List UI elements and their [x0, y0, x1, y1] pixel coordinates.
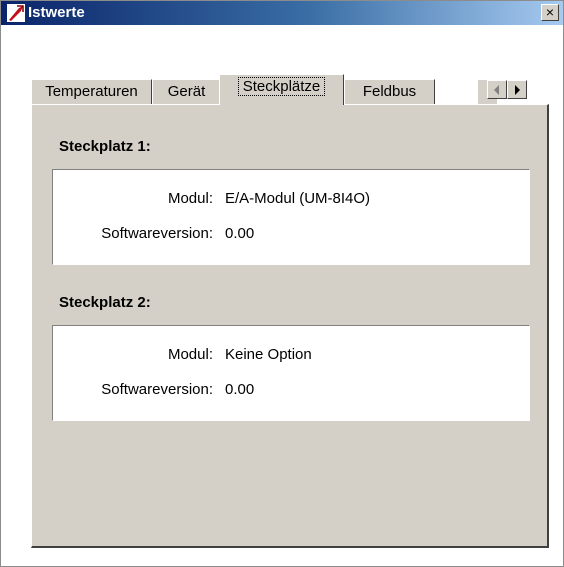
tab-label: Steckplätze [237, 77, 326, 96]
close-button[interactable]: × [541, 4, 559, 21]
slot-1-module-row: Modul: E/A-Modul (UM-8I4O) [53, 190, 529, 210]
slot-1-software-row: Softwareversion: 0.00 [53, 225, 529, 245]
tab-scroll-right-button[interactable] [507, 80, 527, 99]
tab-label: Feldbus [362, 83, 417, 100]
module-label: Modul: [167, 346, 213, 363]
slot-2-module-row: Modul: Keine Option [53, 346, 529, 366]
app-icon [7, 4, 25, 22]
tab-feldbus[interactable]: Feldbus [344, 79, 435, 104]
arrow-left-icon [494, 85, 499, 95]
arrow-right-icon [515, 85, 520, 95]
close-icon: × [545, 4, 555, 20]
slot-1-title: Steckplatz 1: [59, 138, 151, 155]
module-value: E/A-Modul (UM-8I4O) [225, 190, 371, 207]
tab-temperaturen[interactable]: Temperaturen [31, 79, 152, 104]
slot-2-group: Modul: Keine Option Softwareversion: 0.0… [52, 325, 530, 421]
software-label: Softwareversion: [101, 225, 213, 242]
title-bar[interactable]: Istwerte × [1, 1, 563, 25]
tab-scroll-left-button[interactable] [487, 80, 507, 99]
software-label: Softwareversion: [101, 381, 213, 398]
module-value: Keine Option [225, 346, 312, 363]
slot-2-title: Steckplatz 2: [59, 294, 151, 311]
window-title: Istwerte [28, 4, 85, 21]
slot-1-group: Modul: E/A-Modul (UM-8I4O) Softwareversi… [52, 169, 530, 265]
software-value: 0.00 [225, 225, 255, 242]
istwerte-window: Istwerte × Temperaturen Gerät Steckplätz… [0, 0, 564, 567]
tab-panel-steckplaetze: Steckplatz 1: Modul: E/A-Modul (UM-8I4O)… [31, 104, 549, 548]
tab-steckplaetze[interactable]: Steckplätze [219, 74, 344, 105]
software-value: 0.00 [225, 381, 255, 398]
tab-label: Gerät [167, 83, 206, 100]
tab-strip: Temperaturen Gerät Steckplätze Feldbus [31, 74, 559, 105]
tab-label: Temperaturen [45, 83, 138, 100]
module-label: Modul: [167, 190, 213, 207]
slot-2-software-row: Softwareversion: 0.00 [53, 381, 529, 401]
tab-geraet[interactable]: Gerät [152, 79, 221, 104]
